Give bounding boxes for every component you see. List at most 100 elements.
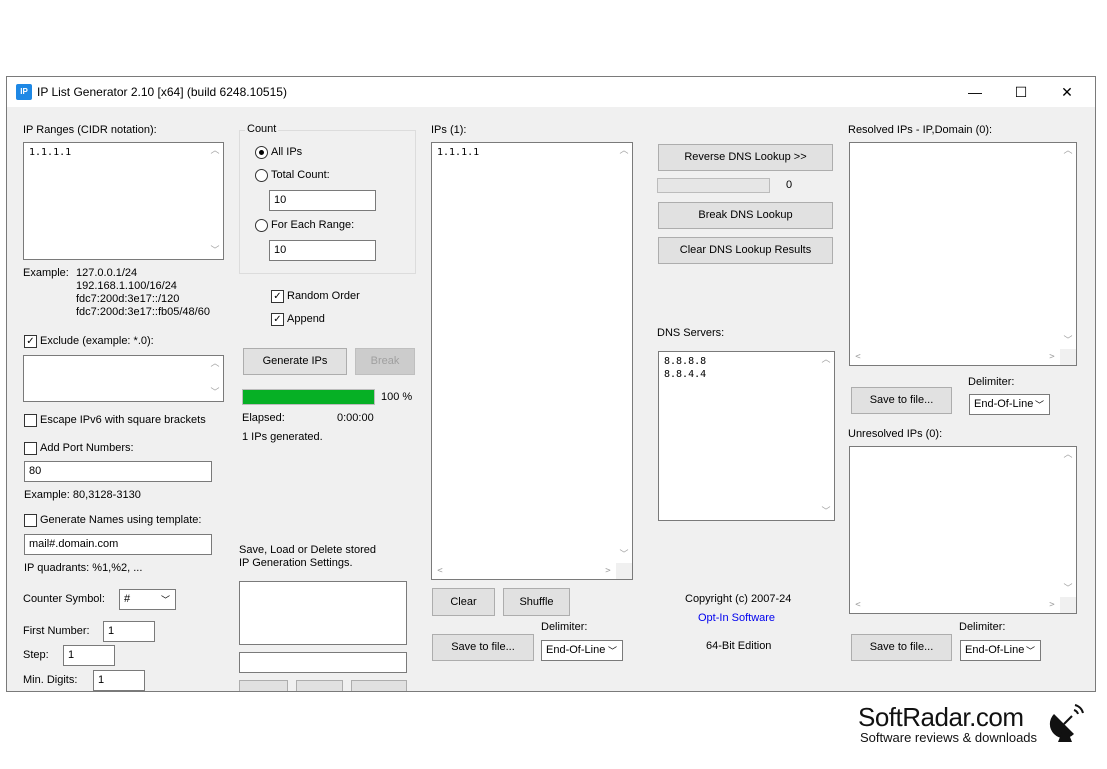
ips-delimiter-value: End-Of-Line: [546, 644, 606, 656]
dns-servers-textarea[interactable]: 8.8.8.8 8.8.4.4 ︿ ﹀: [658, 351, 835, 521]
clear-dns-results-button[interactable]: Clear DNS Lookup Results: [658, 237, 833, 264]
save-ips-button[interactable]: Save to file...: [432, 634, 534, 661]
ips-textarea[interactable]: 1.1.1.1 ︿ ﹀ < >: [431, 142, 633, 580]
generate-progress-fill: [243, 390, 374, 404]
unresolved-delimiter-select[interactable]: End-Of-Line ﹀: [960, 640, 1041, 661]
ip-ranges-textarea[interactable]: 1.1.1.1 ︿ ﹀: [23, 142, 224, 260]
unresolved-delimiter-label: Delimiter:: [959, 621, 1006, 633]
resolved-vscrollbar[interactable]: ︿ ﹀: [1060, 143, 1076, 349]
step-input[interactable]: 1: [63, 645, 115, 666]
escape-ipv6-checkbox[interactable]: [24, 414, 37, 427]
generate-ips-button[interactable]: Generate IPs: [243, 348, 347, 375]
satellite-dish-icon: [1049, 704, 1084, 742]
exclude-checkbox[interactable]: ✓: [24, 335, 37, 348]
scroll-down-icon[interactable]: ﹀: [1060, 581, 1076, 597]
random-order-checkbox[interactable]: ✓: [271, 290, 284, 303]
exclude-scrollbar[interactable]: ︿ ﹀: [207, 356, 223, 401]
min-digits-input[interactable]: 1: [93, 670, 145, 691]
exclude-textarea[interactable]: ︿ ﹀: [23, 355, 224, 402]
add-port-label: Add Port Numbers:: [40, 442, 134, 454]
ips-delimiter-select[interactable]: End-Of-Line ﹀: [541, 640, 623, 661]
scroll-up-icon[interactable]: ︿: [818, 352, 834, 368]
dns-servers-label: DNS Servers:: [657, 327, 725, 339]
count-group-label: Count: [245, 123, 279, 135]
example-line: 192.168.1.100/16/24: [76, 280, 177, 292]
shuffle-button[interactable]: Shuffle: [503, 588, 570, 616]
dns-progress-bar: [657, 178, 770, 193]
port-input[interactable]: 80: [24, 461, 212, 482]
ips-vscrollbar[interactable]: ︿ ﹀: [616, 143, 632, 563]
chevron-down-icon: ﹀: [607, 646, 617, 656]
total-count-radio[interactable]: [255, 169, 268, 182]
scroll-right-icon[interactable]: >: [1044, 597, 1060, 613]
maximize-button[interactable]: ☐: [998, 77, 1044, 107]
unresolved-vscrollbar[interactable]: ︿ ﹀: [1060, 447, 1076, 597]
resolved-delimiter-select[interactable]: End-Of-Line ﹀: [969, 394, 1050, 415]
ips-delimiter-label: Delimiter:: [541, 621, 588, 633]
generate-names-checkbox[interactable]: [24, 514, 37, 527]
counter-symbol-select[interactable]: # ﹀: [119, 589, 176, 610]
random-order-label: Random Order: [287, 290, 360, 302]
scroll-left-icon[interactable]: <: [850, 349, 866, 365]
example-line: 127.0.0.1/24: [76, 267, 138, 279]
scroll-up-icon[interactable]: ︿: [616, 143, 632, 159]
unresolved-hscrollbar[interactable]: < >: [850, 597, 1060, 613]
break-button[interactable]: Break: [355, 348, 415, 375]
stored-delete-button[interactable]: [351, 680, 407, 691]
total-count-input[interactable]: 10: [269, 190, 376, 211]
unresolved-label: Unresolved IPs (0):: [848, 428, 943, 440]
scroll-down-icon[interactable]: ﹀: [818, 504, 834, 520]
scroll-down-icon[interactable]: ﹀: [616, 547, 632, 563]
scroll-down-icon[interactable]: ﹀: [207, 243, 223, 259]
port-example: Example: 80,3128-3130: [24, 489, 141, 501]
clear-ips-button[interactable]: Clear: [432, 588, 495, 616]
scroll-right-icon[interactable]: >: [1044, 349, 1060, 365]
scroll-down-icon[interactable]: ﹀: [1060, 333, 1076, 349]
scroll-up-icon[interactable]: ︿: [207, 356, 223, 372]
scroll-down-icon[interactable]: ﹀: [207, 385, 223, 401]
ips-hscrollbar[interactable]: < >: [432, 563, 616, 579]
ips-text: 1.1.1.1: [437, 147, 480, 158]
dns-progress-count: 0: [786, 179, 793, 191]
add-port-checkbox[interactable]: [24, 442, 37, 455]
unresolved-textarea[interactable]: ︿ ﹀ < >: [849, 446, 1077, 614]
all-ips-label: All IPs: [271, 146, 303, 158]
stored-settings-name-input[interactable]: [239, 652, 407, 673]
opt-in-software-link[interactable]: Opt-In Software: [698, 612, 775, 624]
name-template-input[interactable]: mail#.domain.com: [24, 534, 212, 555]
append-checkbox[interactable]: ✓: [271, 313, 284, 326]
resolved-label: Resolved IPs - IP,Domain (0):: [848, 124, 993, 136]
close-button[interactable]: ✕: [1044, 77, 1090, 107]
elapsed-value: 0:00:00: [337, 412, 374, 424]
scroll-right-icon[interactable]: >: [600, 563, 616, 579]
app-icon: IP: [16, 84, 32, 100]
stored-save-button[interactable]: [239, 680, 288, 691]
all-ips-radio[interactable]: [255, 146, 268, 159]
dns-servers-scrollbar[interactable]: ︿ ﹀: [818, 352, 834, 520]
scroll-left-icon[interactable]: <: [432, 563, 448, 579]
save-unresolved-button[interactable]: Save to file...: [851, 634, 952, 661]
resolved-textarea[interactable]: ︿ ﹀ < >: [849, 142, 1077, 366]
each-range-radio[interactable]: [255, 219, 268, 232]
scroll-up-icon[interactable]: ︿: [207, 143, 223, 159]
unresolved-delimiter-value: End-Of-Line: [965, 644, 1025, 656]
edition-text: 64-Bit Edition: [706, 640, 772, 652]
reverse-dns-button[interactable]: Reverse DNS Lookup >>: [658, 144, 833, 171]
ip-ranges-label: IP Ranges (CIDR notation):: [23, 124, 157, 136]
break-dns-button[interactable]: Break DNS Lookup: [658, 202, 833, 229]
stored-load-button[interactable]: [296, 680, 343, 691]
save-resolved-button[interactable]: Save to file...: [851, 387, 952, 414]
scroll-up-icon[interactable]: ︿: [1060, 447, 1076, 463]
scroll-up-icon[interactable]: ︿: [1060, 143, 1076, 159]
first-number-input[interactable]: 1: [103, 621, 155, 642]
min-digits-label: Min. Digits:: [23, 674, 78, 686]
each-range-input[interactable]: 10: [269, 240, 376, 261]
softradar-watermark: SoftRadar.com Software reviews & downloa…: [858, 700, 1098, 750]
copyright-text: Copyright (c) 2007-24: [685, 593, 792, 605]
resolved-hscrollbar[interactable]: < >: [850, 349, 1060, 365]
scroll-corner: [616, 563, 632, 579]
stored-settings-list[interactable]: [239, 581, 407, 645]
scroll-left-icon[interactable]: <: [850, 597, 866, 613]
minimize-button[interactable]: —: [952, 77, 998, 107]
ip-ranges-scrollbar[interactable]: ︿ ﹀: [207, 143, 223, 259]
